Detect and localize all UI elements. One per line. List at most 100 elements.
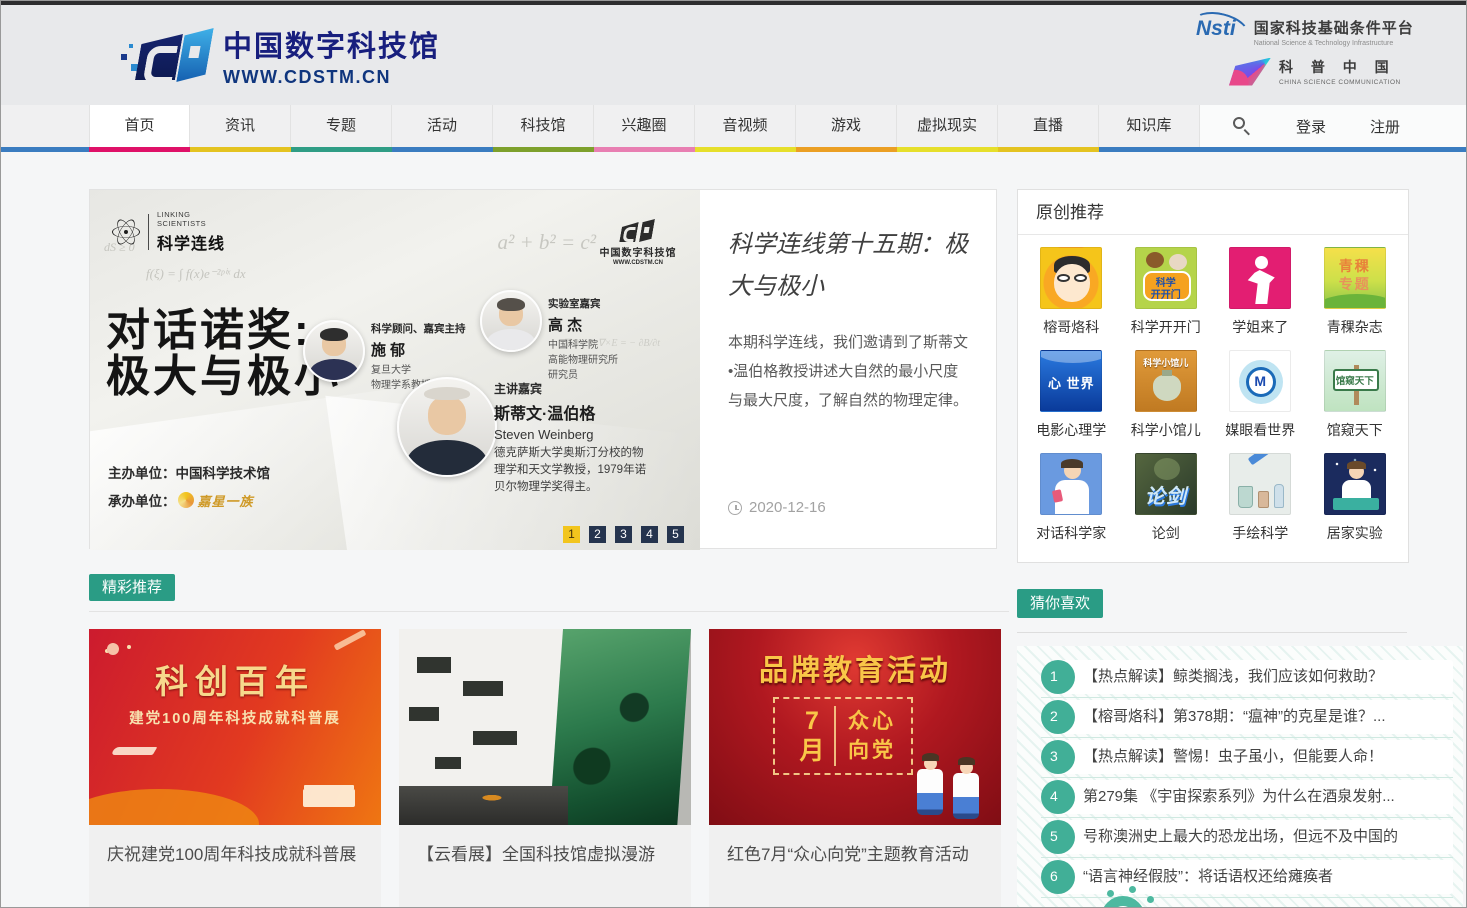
nav-tab-games[interactable]: 游戏 (796, 105, 897, 147)
main-navigation: 首页 资讯 专题 活动 科技馆 兴趣圈 音视频 游戏 虚拟现实 直播 知识库 登… (1, 105, 1466, 152)
nav-user-area: 登录 注册 (1200, 105, 1466, 147)
nsti-title: 国家科技基础条件平台 (1254, 17, 1414, 38)
original-item-jujiashiyan[interactable]: 居家实验 (1308, 453, 1403, 543)
nav-tabs: 首页 资讯 专题 活动 科技馆 兴趣圈 音视频 游戏 虚拟现实 直播 知识库 (89, 105, 1200, 147)
nav-tab-museum[interactable]: 科技馆 (493, 105, 594, 147)
kepu-china-title: 科 普 中 国 (1279, 57, 1401, 77)
nav-tab-knowledge[interactable]: 知识库 (1099, 105, 1200, 147)
search-icon[interactable] (1232, 116, 1252, 136)
original-recommend-panel: 原创推荐 榕哥烙科 科学开开门 科学开开门 学姐来了 青稞专题 (1017, 189, 1409, 563)
centenary-card-image: 科创百年 建党100周年科技成就科普展 (89, 629, 381, 825)
brand-star-icon (178, 492, 194, 508)
article-title[interactable]: 科学连线第十五期：极大与极小 (728, 224, 972, 308)
guess-list: 1 【热点解读】鲸类搁浅，我们应该如何救助？ 2 【榕哥烙科】第378期：“瘟神… (1017, 646, 1463, 907)
hero-carousel: LINKING SCIENTISTS 科学连线 中国数字科技馆 WWW.CDST… (89, 189, 997, 549)
cdstm-homepage: 中国数字科技馆 WWW.CDSTM.CN Nsti 国家科技基础条件平台 Nat… (0, 0, 1467, 908)
carousel-page-1[interactable]: 1 (563, 526, 580, 543)
article-date: 2020-12-16 (728, 499, 826, 516)
featured-card-title: 红色7月“众心向党”主题教育活动 (709, 825, 1001, 872)
carousel-page-5[interactable]: 5 (667, 526, 684, 543)
carousel-pagination: 1 2 3 4 5 (554, 526, 684, 543)
original-recommend-title: 原创推荐 (1018, 190, 1408, 235)
guess-item-3[interactable]: 3 【热点解读】警惕！虫子虽小，但能要人命！ (1041, 738, 1453, 778)
qingkezazhi-icon: 青稞专题 (1324, 247, 1386, 309)
linking-scientists-logo: LINKING SCIENTISTS 科学连线 (112, 210, 225, 254)
featured-card-centenary[interactable]: 科创百年 建党100周年科技成就科普展 庆祝建党100周年科技成就科普展 (89, 629, 381, 907)
dianyingxinlixue-icon: 心 世界 (1040, 350, 1102, 412)
guess-divider (1017, 632, 1407, 633)
carousel-page-4[interactable]: 4 (641, 526, 658, 543)
rank-badge: 2 (1041, 700, 1075, 734)
site-logo[interactable]: 中国数字科技馆 WWW.CDSTM.CN (119, 23, 440, 88)
nav-tab-activities[interactable]: 活动 (392, 105, 493, 147)
guess-item-4[interactable]: 4 第279集 《宇宙探索系列》为什么在酒泉发射... (1041, 778, 1453, 818)
carousel-page-2[interactable]: 2 (589, 526, 606, 543)
duihuakexuejia-icon (1040, 453, 1102, 515)
carousel-page-3[interactable]: 3 (615, 526, 632, 543)
nsti-subtitle: National Science & Technology Infrastruc… (1254, 40, 1414, 47)
organizer-line: 主办单位：中国科学技术馆 (108, 462, 270, 482)
banner-cdstm-logo: 中国数字科技馆 WWW.CDSTM.CN (598, 218, 678, 266)
original-item-kexuexiaoguanr[interactable]: 科学小馆儿 科学小馆儿 (1119, 350, 1214, 440)
kepu-china-logo[interactable]: 科 普 中 国 CHINA SCIENCE COMMUNICATION (1229, 57, 1401, 86)
co-organizer-line: 承办单位： 嘉星一族 (108, 490, 254, 510)
nav-tab-news[interactable]: 资讯 (190, 105, 291, 147)
featured-card-title: 庆祝建党100周年科技成就科普展 (89, 825, 381, 872)
co-organizer-brand: 嘉星一族 (198, 491, 254, 510)
original-item-kexuekaikaimen[interactable]: 科学开开门 科学开开门 (1119, 247, 1214, 337)
rank-badge: 3 (1041, 740, 1075, 774)
nsti-logo-icon: Nsti (1194, 15, 1246, 49)
site-title: 中国数字科技馆 (223, 23, 440, 65)
nav-tab-home[interactable]: 首页 (89, 105, 190, 147)
rank-badge: 1 (1041, 660, 1075, 694)
guest-caption-gao-jie: 实验室嘉宾 高 杰 中国科学院 高能物理研究所 研究员 (548, 296, 618, 383)
original-item-guankuitianxia[interactable]: 馆窥天下 馆窥天下 (1308, 350, 1403, 440)
login-link[interactable]: 登录 (1296, 116, 1326, 137)
formula-decoration: f(ξ) = ∫ f(x)e⁻²ᵖⁱˣ dx (146, 266, 246, 282)
nav-tab-interest[interactable]: 兴趣圈 (594, 105, 695, 147)
nav-tab-live[interactable]: 直播 (998, 105, 1099, 147)
site-url: WWW.CDSTM.CN (223, 67, 440, 88)
guess-item-5[interactable]: 5 号称澳洲史上最大的恐龙出场，但远不及中国的 (1041, 818, 1453, 858)
xuejielaile-icon (1229, 247, 1291, 309)
kepu-china-logo-icon (1229, 58, 1271, 86)
guess-item-1[interactable]: 1 【热点解读】鲸类搁浅，我们应该如何救助？ (1041, 658, 1453, 698)
kepu-china-subtitle: CHINA SCIENCE COMMUNICATION (1279, 79, 1401, 86)
guankuitianxia-icon: 馆窥天下 (1324, 350, 1386, 412)
program-name-cn: 科学连线 (157, 230, 225, 254)
guest-photo-gao-jie (480, 290, 542, 352)
nav-tab-topics[interactable]: 专题 (291, 105, 392, 147)
ronggeluoke-icon (1040, 247, 1102, 309)
original-item-shouhuikexue[interactable]: 手绘科学 (1213, 453, 1308, 543)
hero-article-panel: 科学连线第十五期：极大与极小 本期科学连线，我们邀请到了斯蒂文•温伯格教授讲述大… (700, 190, 996, 548)
featured-badge: 精彩推荐 (89, 574, 175, 601)
site-header: 中国数字科技馆 WWW.CDSTM.CN Nsti 国家科技基础条件平台 Nat… (1, 5, 1466, 105)
main-content: LINKING SCIENTISTS 科学连线 中国数字科技馆 WWW.CDST… (1, 152, 1466, 907)
register-link[interactable]: 注册 (1370, 116, 1400, 137)
original-item-qingkezazhi[interactable]: 青稞专题 青稞杂志 (1308, 247, 1403, 337)
original-item-duihuakexuejia[interactable]: 对话科学家 (1024, 453, 1119, 543)
nsti-logo[interactable]: Nsti 国家科技基础条件平台 National Science & Techn… (1194, 15, 1414, 49)
featured-card-july-theme[interactable]: 品牌教育活动 7月 众心向党 红色7月“众心向党”主题教育活动 (709, 629, 1001, 907)
carousel-slide-banner[interactable]: LINKING SCIENTISTS 科学连线 中国数字科技馆 WWW.CDST… (90, 190, 700, 550)
nav-tab-vr[interactable]: 虚拟现实 (897, 105, 998, 147)
featured-card-cloud-exhibition[interactable]: 【云看展】全国科技馆虚拟漫游 (399, 629, 691, 907)
nav-tab-audio-video[interactable]: 音视频 (695, 105, 796, 147)
kexuexiaoguanr-icon: 科学小馆儿 (1135, 350, 1197, 412)
original-item-meiyankanshijie[interactable]: M 媒眼看世界 (1213, 350, 1308, 440)
rank-badge: 6 (1041, 860, 1075, 894)
clock-icon (728, 501, 742, 515)
guess-item-2[interactable]: 2 【榕哥烙科】第378期：“瘟神”的克星是谁？... (1041, 698, 1453, 738)
original-item-xuejielaile[interactable]: 学姐来了 (1213, 247, 1308, 337)
meiyankanshijie-icon: M (1229, 350, 1291, 412)
banner-cdstm-logo-icon (615, 218, 661, 244)
rank-badge: 4 (1041, 780, 1075, 814)
rank-badge: 5 (1041, 820, 1075, 854)
formula-decoration: a² + b² = c² (497, 230, 596, 255)
program-name-en: LINKING SCIENTISTS (157, 210, 225, 228)
original-item-dianyingxinlixue[interactable]: 心 世界 电影心理学 (1024, 350, 1119, 440)
jujiashiyan-icon (1324, 453, 1386, 515)
original-item-lunjian[interactable]: 论剑 论剑 (1119, 453, 1214, 543)
guess-item-6[interactable]: 6 “语言神经假肢”：将话语权还给瘫痪者 (1041, 858, 1453, 898)
original-item-ronggeluoke[interactable]: 榕哥烙科 (1024, 247, 1119, 337)
